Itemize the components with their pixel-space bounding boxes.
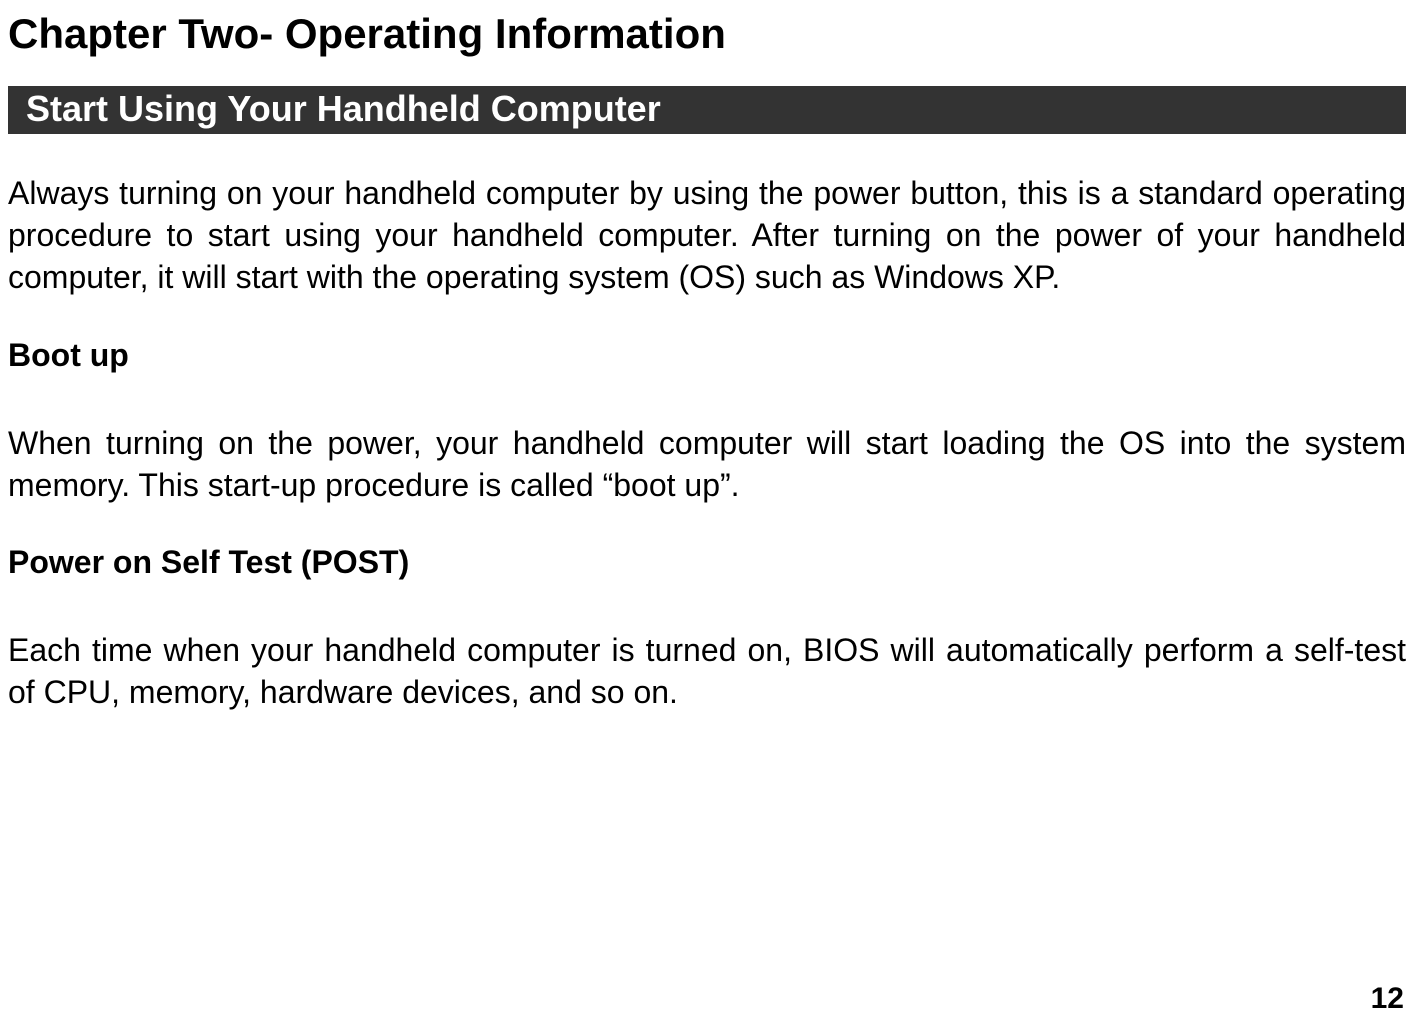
- subsection-heading-post: Power on Self Test (POST): [8, 544, 1406, 581]
- subsection-text-post: Each time when your handheld computer is…: [8, 629, 1406, 713]
- section-intro-paragraph: Always turning on your handheld computer…: [8, 172, 1406, 299]
- page-number: 12: [1371, 982, 1404, 1016]
- section-banner: Start Using Your Handheld Computer: [8, 86, 1406, 134]
- chapter-title: Chapter Two- Operating Information: [8, 10, 1406, 58]
- subsection-heading-bootup: Boot up: [8, 337, 1406, 374]
- subsection-text-bootup: When turning on the power, your handheld…: [8, 422, 1406, 506]
